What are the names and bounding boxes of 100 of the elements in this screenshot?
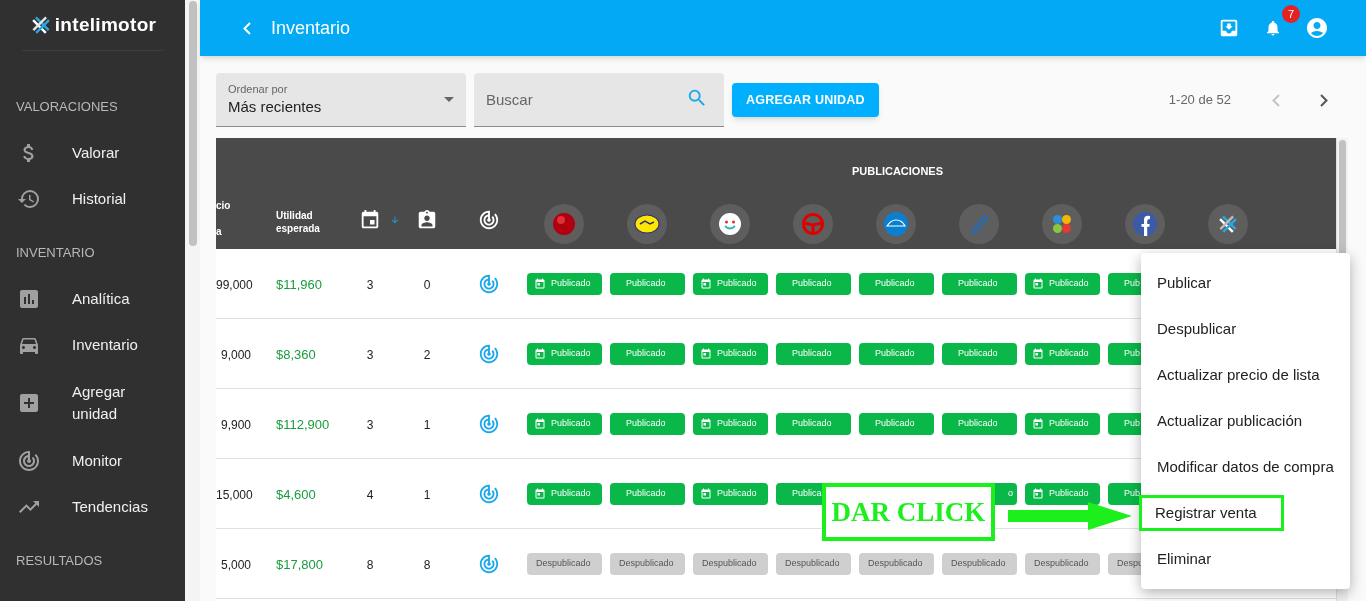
column-header: PUBLICACIONES — [851, 163, 944, 179]
table-cell: 99,000 — [216, 277, 253, 292]
radar-icon[interactable] — [478, 482, 500, 505]
status-chip: Publicado — [527, 342, 602, 365]
sort-select[interactable]: Ordenar por Más recientes — [216, 73, 466, 127]
nav-item[interactable]: Analítica — [0, 276, 185, 322]
page-title: Inventario — [271, 16, 351, 40]
table-cell: 3 — [366, 417, 374, 432]
sort-value: Más recientes — [228, 96, 323, 117]
status-chip: Publicado — [1025, 412, 1100, 435]
calendar-icon — [700, 277, 712, 290]
column-header: cio — [216, 199, 232, 213]
table-cell: 3 — [366, 347, 374, 362]
next-page-button[interactable] — [1320, 93, 1328, 107]
scrollbar-thumb[interactable] — [188, 1, 197, 246]
table-cell: 5,000 — [220, 557, 251, 572]
smiley-icon — [710, 204, 750, 244]
status-chip: Publicado — [610, 272, 685, 295]
calendar-icon — [534, 417, 546, 430]
sphere-icon — [544, 204, 584, 244]
pagination-range: 1-20 de 52 — [1168, 91, 1231, 110]
status-chip: Publicado — [527, 482, 602, 505]
notifications-button[interactable] — [1264, 18, 1282, 38]
status-chip: Publicado — [859, 272, 934, 295]
back-button[interactable] — [243, 21, 251, 35]
status-chip: Despublicado — [776, 552, 851, 575]
status-chip: Publicado — [693, 412, 768, 435]
status-chip: Publicado — [610, 482, 685, 505]
nav-item[interactable]: Agregar unidad — [0, 368, 185, 438]
table-cell: $112,900 — [276, 416, 330, 432]
status-chip: Publicado — [859, 412, 934, 435]
table-cell: 9,900 — [220, 417, 251, 432]
table-cell: 8 — [366, 557, 374, 572]
account-button[interactable] — [1304, 15, 1330, 41]
search-icon — [686, 87, 708, 109]
calendar-icon — [700, 347, 712, 360]
status-chip: Publicado — [610, 412, 685, 435]
notification-badge: 7 — [1282, 5, 1300, 23]
status-chip: Publicado — [776, 342, 851, 365]
status-chip: Publicado — [1025, 482, 1100, 505]
status-chip: Publicado — [1025, 342, 1100, 365]
calendar-icon — [534, 347, 546, 360]
column-header: a — [216, 225, 223, 239]
calendar-icon — [700, 417, 712, 430]
nav-item[interactable]: Historial — [0, 176, 185, 222]
status-chip: Despublicado — [527, 552, 602, 575]
table-cell: 8 — [423, 557, 431, 572]
status-chip: Publicado — [693, 272, 768, 295]
status-chip: Publicado — [693, 482, 768, 505]
table-cell: 1 — [423, 417, 431, 432]
table-cell: 0 — [423, 277, 431, 292]
nav-item[interactable]: Inventario — [0, 322, 185, 368]
calendar-icon — [1032, 277, 1044, 290]
table-cell: $8,360 — [276, 346, 316, 362]
status-chip: Despublicado — [610, 552, 685, 575]
table-cell: $17,800 — [276, 556, 323, 572]
calendar-icon — [534, 487, 546, 500]
menu-item[interactable]: Modificar datos de compra — [1141, 449, 1334, 485]
section-title: VALORACIONES — [16, 98, 118, 117]
calendar-icon — [700, 487, 712, 500]
radar-icon[interactable] — [478, 552, 500, 575]
steering-wheel-icon — [793, 204, 833, 244]
radar-icon[interactable] — [478, 272, 500, 295]
radar-icon[interactable] — [478, 412, 500, 435]
status-chip: Publicado — [527, 272, 602, 295]
history-icon — [17, 187, 41, 211]
radar-icon — [17, 449, 41, 473]
add-box-icon — [17, 391, 41, 415]
status-chip: Publicado — [693, 342, 768, 365]
callout-box: DAR CLICK — [822, 483, 995, 541]
status-chip: Despublicado — [942, 552, 1017, 575]
status-chip: Publicado — [527, 412, 602, 435]
sort-label: Ordenar por — [228, 81, 289, 96]
inbox-icon — [1218, 17, 1240, 39]
calendar-icon — [1032, 417, 1044, 430]
nav-item[interactable]: Valorar — [0, 130, 185, 176]
table-cell: 3 — [366, 277, 374, 292]
radar-icon[interactable] — [478, 342, 500, 365]
account-icon — [1305, 16, 1329, 40]
section-title: INVENTARIO — [16, 244, 95, 263]
radar-icon — [478, 209, 500, 231]
table-cell: 4 — [366, 487, 374, 502]
status-chip: Despublicado — [1025, 552, 1100, 575]
nav-item[interactable]: Monitor — [0, 438, 185, 484]
bar-chart-icon — [17, 287, 41, 311]
calendar-icon — [359, 209, 381, 231]
nav-item[interactable]: Tendencias — [0, 484, 185, 530]
search-field[interactable]: Buscar — [474, 73, 724, 127]
status-chip: Publicado — [942, 412, 1017, 435]
status-chip: Publicado — [942, 342, 1017, 365]
table-cell: $11,960 — [276, 276, 323, 292]
table-cell: 1 — [423, 487, 431, 502]
f-logo-icon — [1125, 204, 1165, 244]
dots-icon — [1042, 204, 1082, 244]
status-chip: Despublicado — [693, 552, 768, 575]
calendar-icon — [534, 277, 546, 290]
status-chip: Publicado — [942, 272, 1017, 295]
handshake-icon — [627, 204, 667, 244]
menu-item[interactable]: Registrar venta — [1139, 495, 1284, 531]
status-chip: Publicado — [859, 342, 934, 365]
